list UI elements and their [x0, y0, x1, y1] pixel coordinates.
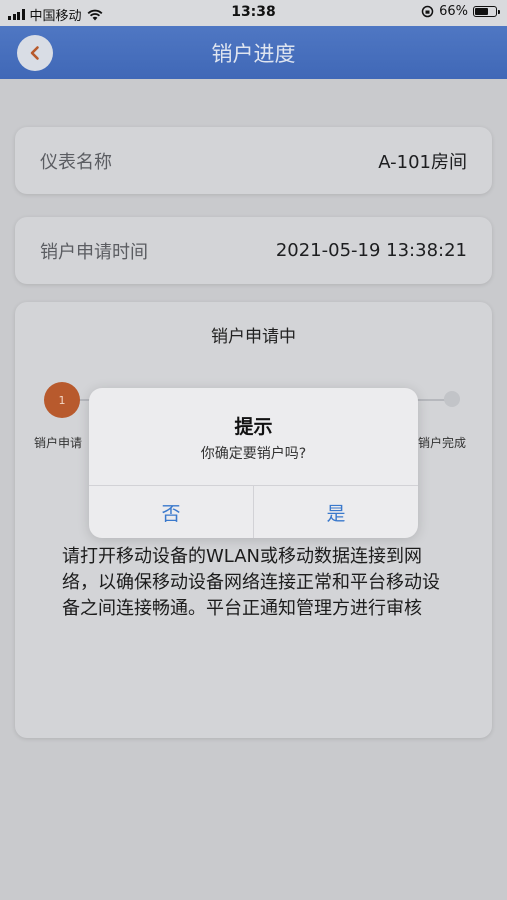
step-1-number: 1 [58, 393, 66, 407]
apply-time-value: 2021-05-19 13:38:21 [275, 240, 467, 261]
progress-status-title: 销户申请中 [211, 327, 296, 347]
network-notice: 请打开移动设备的WLAN或移动数据连接到网络，以确保移动设备网络连接正常和平台移… [62, 546, 440, 619]
apply-time-label: 销户申请时间 [40, 241, 148, 263]
step-1-dot: 1 [44, 382, 80, 418]
orientation-lock-icon [421, 5, 434, 18]
meter-name-label: 仪表名称 [40, 151, 112, 173]
dialog-title: 提示 [234, 416, 273, 438]
dialog-buttons: 否 是 [89, 485, 418, 538]
step-final-label: 销户完成 [418, 436, 467, 450]
step-1-label: 销户申请 [34, 436, 83, 450]
dialog-cancel-button[interactable]: 否 [89, 486, 253, 538]
status-right: 66% [421, 4, 500, 19]
meter-name-value: A-101房间 [378, 151, 467, 173]
confirm-dialog: 提示 你确定要销户吗? 否 是 [89, 388, 418, 538]
dialog-confirm-button[interactable]: 是 [253, 486, 418, 538]
nav-header: 销户进度 [0, 26, 507, 79]
apply-time-card: 销户申请时间 2021-05-19 13:38:21 [15, 217, 492, 284]
battery-percent: 66% [439, 4, 468, 19]
status-bar: 中国移动 13:38 66% [0, 0, 507, 26]
meter-name-card: 仪表名称 A-101房间 [15, 127, 492, 194]
page-title: 销户进度 [211, 42, 296, 66]
battery-icon [473, 6, 500, 17]
step-final-dot [444, 391, 460, 407]
dialog-message: 你确定要销户吗? [200, 446, 307, 462]
